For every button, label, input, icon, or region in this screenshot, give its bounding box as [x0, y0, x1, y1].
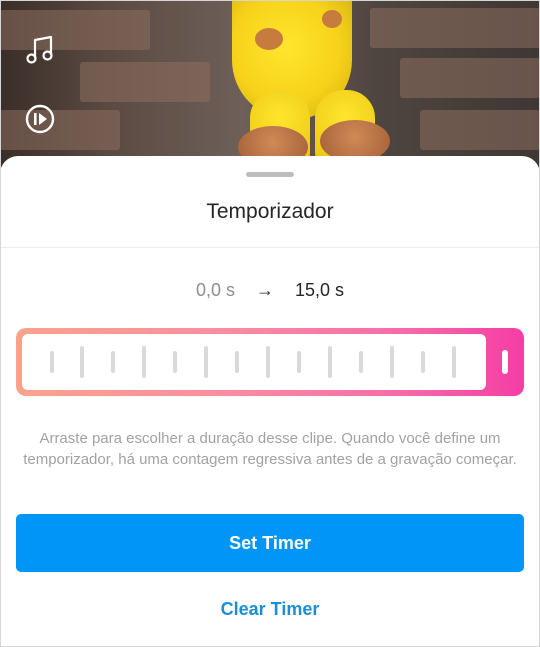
wall-brick — [0, 110, 120, 150]
wall-brick — [420, 110, 540, 150]
slider-tick — [390, 346, 394, 378]
clear-timer-button[interactable]: Clear Timer — [0, 599, 540, 620]
arrow-right-icon: → — [255, 280, 274, 300]
slider-tick — [111, 351, 115, 373]
set-timer-button[interactable]: Set Timer — [16, 514, 524, 572]
slider-tick — [328, 346, 332, 378]
slider-tick — [142, 346, 146, 378]
wall-brick — [370, 8, 540, 48]
wall-brick — [400, 58, 540, 98]
toy-spot — [255, 28, 283, 50]
slider-tick — [452, 346, 456, 378]
divider — [0, 247, 540, 248]
slider-tick — [421, 351, 425, 373]
slider-tick — [173, 351, 177, 373]
sheet-title: Temporizador — [206, 200, 334, 223]
sheet-grabber[interactable] — [246, 172, 294, 177]
wall-brick — [80, 62, 210, 102]
range-end: 15,0 s — [295, 280, 345, 300]
slider-tick — [297, 351, 301, 373]
timer-slider[interactable] — [16, 328, 524, 396]
slider-tick — [266, 346, 270, 378]
timer-bottom-sheet: Temporizador 0,0 s → 15,0 s Arraste para… — [0, 156, 540, 647]
slider-tick — [80, 346, 84, 378]
duration-range: 0,0 s → 15,0 s — [0, 280, 540, 301]
slider-handle[interactable] — [502, 350, 508, 374]
slider-tick — [235, 351, 239, 373]
music-note-icon[interactable] — [22, 32, 58, 68]
slider-tick — [204, 346, 208, 378]
slider-tick — [359, 351, 363, 373]
play-circle-icon[interactable] — [22, 101, 58, 137]
slider-track — [22, 334, 486, 390]
slider-tick — [50, 351, 54, 373]
timer-description: Arraste para escolher a duração desse cl… — [23, 430, 517, 468]
range-start: 0,0 s — [195, 280, 235, 300]
toy-spot — [322, 10, 342, 28]
